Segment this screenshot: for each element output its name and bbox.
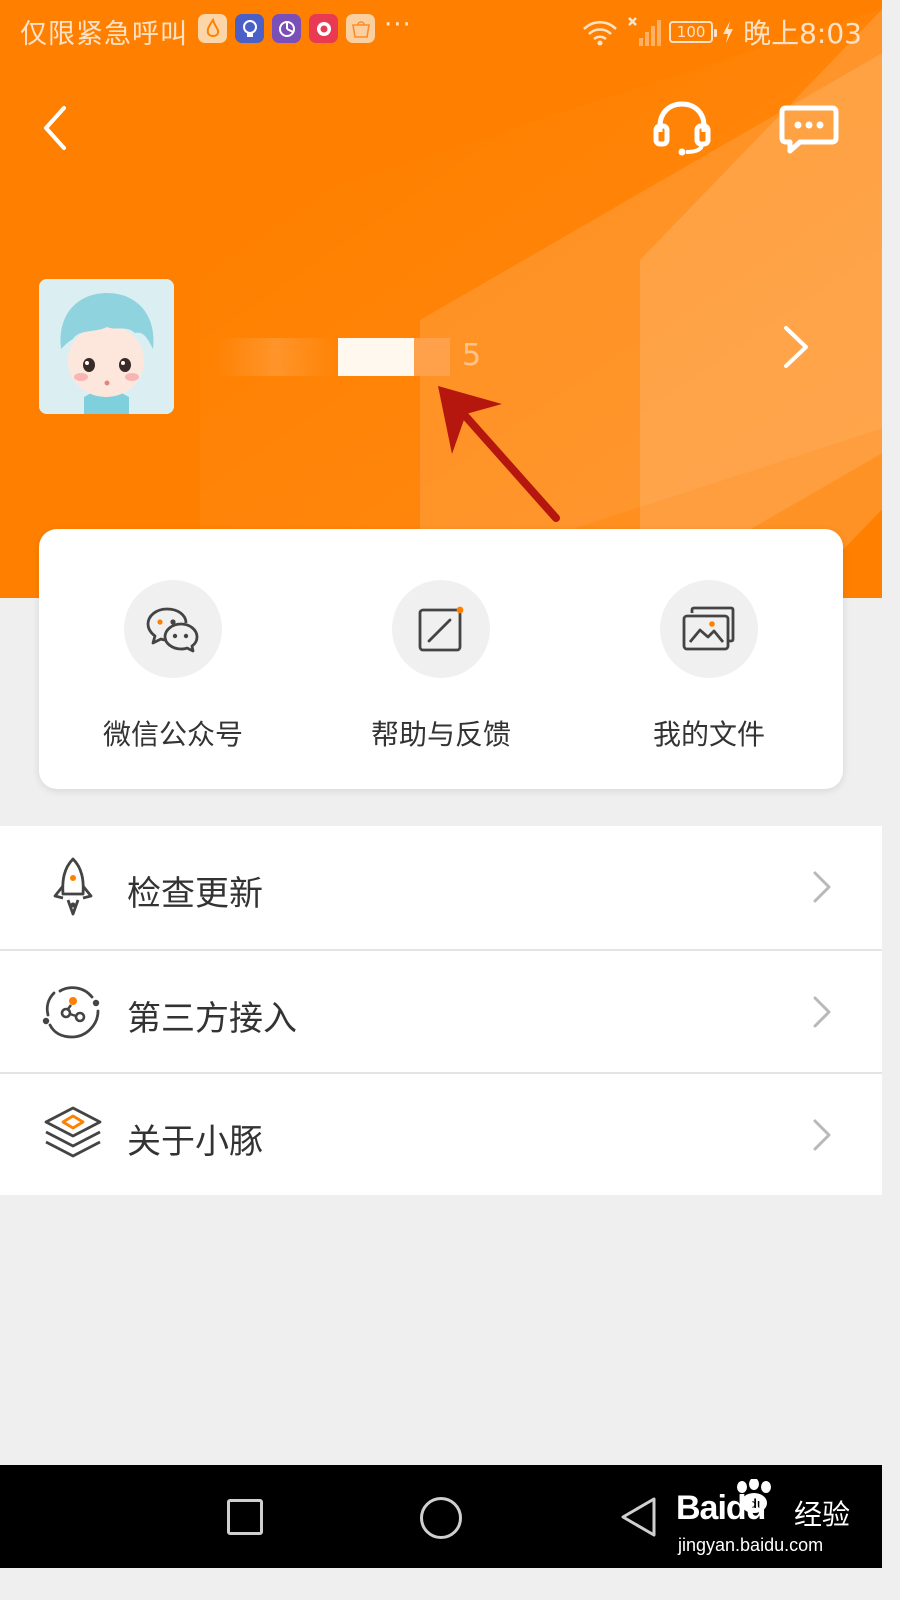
customer-service-icon[interactable] xyxy=(652,98,712,156)
settings-menu: 检查更新 第三方接入 关于小豚 xyxy=(0,826,882,1195)
battery-indicator: 100 xyxy=(669,21,718,43)
camera-app-icon xyxy=(309,14,338,43)
my-files[interactable]: 我的文件 xyxy=(575,529,843,789)
back-button[interactable] xyxy=(34,100,82,156)
status-bar: 仅限紧急呼叫 ··· 100 晚上8:03 xyxy=(0,0,882,60)
profile-chevron-icon[interactable] xyxy=(780,322,812,372)
username[interactable]: 5 xyxy=(216,338,486,376)
message-icon[interactable] xyxy=(778,104,840,156)
menu-item-label: 第三方接入 xyxy=(127,999,297,1039)
home-button[interactable] xyxy=(420,1497,462,1539)
annotation-arrow xyxy=(438,386,560,522)
huawei-app-icon xyxy=(346,14,375,43)
wechat-official-account[interactable]: 微信公众号 xyxy=(39,529,307,789)
system-back-button[interactable] xyxy=(618,1495,658,1539)
help-feedback[interactable]: 帮助与反馈 xyxy=(307,529,575,789)
chevron-right-icon xyxy=(813,1119,831,1151)
wifi-icon xyxy=(583,21,617,46)
quick-action-label: 我的文件 xyxy=(652,718,765,751)
wechat-chat-icon xyxy=(146,607,199,653)
avatar-image xyxy=(39,279,174,414)
watermark-product: 经验 xyxy=(794,1498,851,1531)
signal-icon xyxy=(628,17,662,46)
status-right: 100 晚上8:03 xyxy=(581,12,862,52)
clock: 晚上8:03 xyxy=(743,17,862,50)
quick-action-label: 微信公众号 xyxy=(102,718,243,751)
menu-item-check-update[interactable]: 检查更新 xyxy=(0,826,882,949)
flame-app-icon xyxy=(198,14,227,43)
system-nav-bar: du Baidu 经验 jingyan.baidu.com xyxy=(0,1465,882,1568)
quick-action-label: 帮助与反馈 xyxy=(370,718,511,751)
carrier-text: 仅限紧急呼叫 xyxy=(20,19,188,50)
edit-feedback-icon xyxy=(418,606,464,652)
profile-header: 仅限紧急呼叫 ··· 100 晚上8:03 5 xyxy=(0,0,882,598)
menu-item-about[interactable]: 关于小豚 xyxy=(0,1072,882,1195)
menu-item-label: 关于小豚 xyxy=(127,1122,263,1162)
pie-app-icon xyxy=(272,14,301,43)
watermark-url: jingyan.baidu.com xyxy=(678,1535,824,1555)
quick-actions-card: 微信公众号 帮助与反馈 我的文件 xyxy=(39,529,843,789)
menu-item-third-party[interactable]: 第三方接入 xyxy=(0,949,882,1072)
charging-icon xyxy=(723,21,734,43)
image-files-icon xyxy=(682,606,735,651)
menu-item-label: 检查更新 xyxy=(127,874,263,914)
username-digit: 5 xyxy=(462,338,482,373)
chevron-right-icon xyxy=(813,996,831,1028)
layers-icon xyxy=(44,1106,102,1158)
bulb-app-icon xyxy=(235,14,264,43)
recent-apps-button[interactable] xyxy=(227,1499,263,1535)
more-notifications-icon: ··· xyxy=(384,10,412,40)
chevron-right-icon xyxy=(813,871,831,903)
settings-page: 仅限紧急呼叫 ··· 100 晚上8:03 5 微信公众号 帮助与反馈 我的文件… xyxy=(0,0,882,1568)
rocket-icon xyxy=(53,857,93,916)
connect-icon xyxy=(42,986,100,1039)
baidu-jingyan-watermark: du Baidu 经验 jingyan.baidu.com xyxy=(676,1479,876,1565)
notification-icons xyxy=(198,14,375,43)
avatar[interactable] xyxy=(39,279,174,414)
watermark-brand: Baidu xyxy=(676,1489,766,1527)
